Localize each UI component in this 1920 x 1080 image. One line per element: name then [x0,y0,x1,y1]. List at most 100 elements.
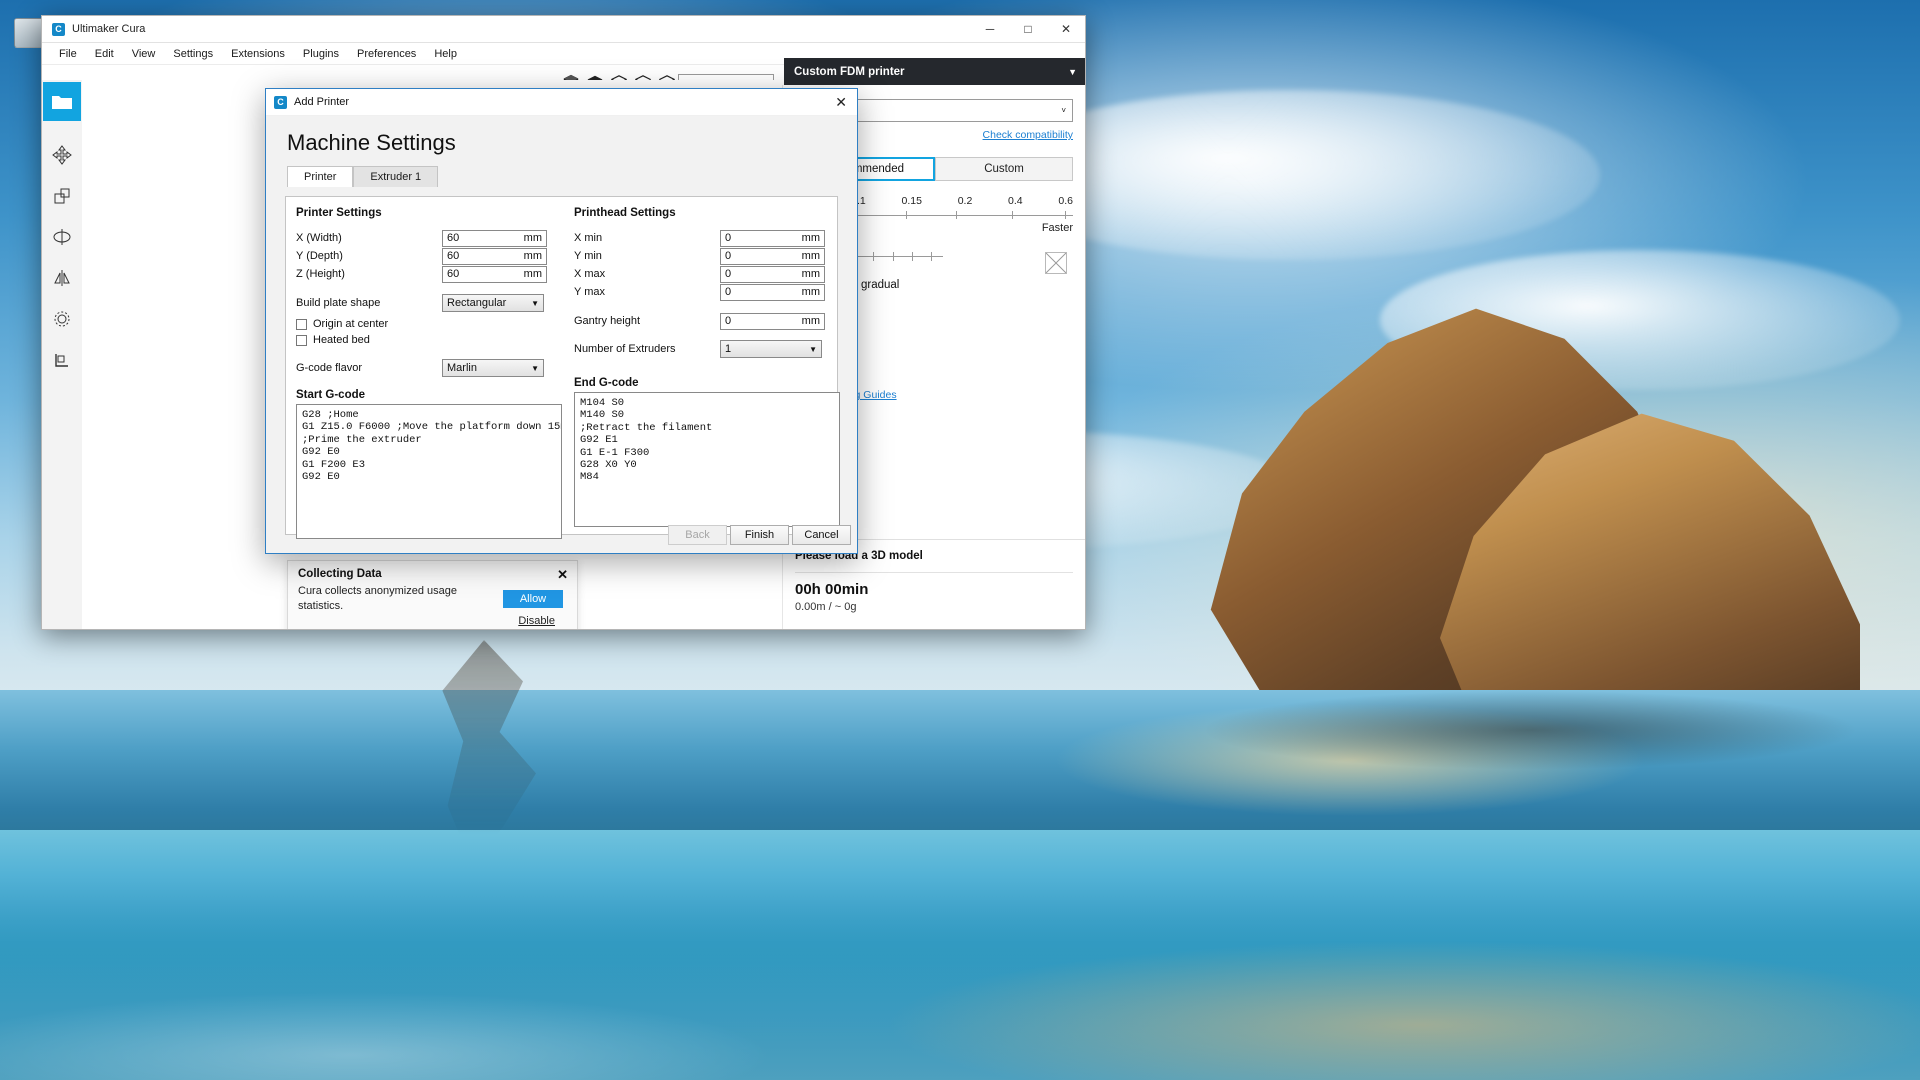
open-file-button[interactable] [43,82,81,121]
field-value: 60 [447,250,460,262]
minimize-button[interactable]: ─ [971,16,1009,43]
maximize-button[interactable]: □ [1009,16,1047,43]
rotate-icon [53,228,71,245]
toast-title: Collecting Data [298,568,382,580]
menu-plugins[interactable]: Plugins [294,46,348,62]
start-gcode-label: Start G-code [296,389,366,401]
end-gcode-textarea[interactable]: M104 S0 M140 S0 ;Retract the filament G9… [574,392,840,527]
tab-printer[interactable]: Printer [287,166,354,187]
scale-tool-button[interactable] [43,176,81,215]
per-model-settings-button[interactable] [43,299,81,338]
field-unit: mm [801,268,820,280]
field-label: Build plate shape [296,297,381,309]
disable-link[interactable]: Disable [518,615,555,627]
gantry-height-input[interactable]: 0 mm [720,312,825,330]
field-label: Y (Depth) [296,250,343,262]
printer-settings-column: Printer Settings X (Width) 60 mm Y (Dept… [296,207,564,539]
menu-view[interactable]: View [123,46,165,62]
left-toolbar [42,80,82,629]
x-min-input[interactable]: 0 mm [720,229,825,247]
y-depth-input[interactable]: 60 mm [442,247,547,265]
add-printer-dialog: C Add Printer ✕ Machine Settings Printer… [265,88,858,554]
field-label: G-code flavor [296,362,363,374]
field-value: 0 [725,315,732,327]
y-min-input[interactable]: 0 mm [720,247,825,265]
field-label: Number of Extruders [574,343,676,355]
field-label: Z (Height) [296,268,345,280]
mode-custom-button[interactable]: Custom [935,157,1073,181]
field-x-min: X min 0 mm [574,229,842,247]
field-label: Y min [574,250,602,262]
menu-file[interactable]: File [50,46,86,62]
dialog-footer: Back Finish Cancel [266,517,857,553]
dialog-heading: Machine Settings [266,116,857,166]
cura-logo-icon: C [274,95,287,109]
origin-at-center-label: Origin at center [313,318,389,330]
close-button[interactable]: ✕ [1047,16,1085,43]
move-tool-button[interactable] [43,135,81,174]
chevron-down-icon: ˅ [1061,106,1066,115]
window-controls: ─ □ ✕ [971,16,1085,43]
dialog-tabs: Printer Extruder 1 [266,166,857,187]
infill-pattern-icon [1045,252,1067,274]
support-blocker-button[interactable] [43,340,81,379]
field-label: X (Width) [296,232,342,244]
select-value: Marlin [447,362,477,374]
gcode-flavor-select[interactable]: Marlin ▼ [442,359,544,377]
menu-help[interactable]: Help [425,46,466,62]
dialog-close-button[interactable]: ✕ [835,94,847,111]
toast-close-icon[interactable]: ✕ [557,567,568,583]
y-max-input[interactable]: 0 mm [720,283,825,301]
move-icon [52,144,72,165]
layer-tick-3: 0.2 [957,195,973,207]
back-button[interactable]: Back [668,525,727,545]
finish-button[interactable]: Finish [730,525,789,545]
scale-icon [54,188,70,203]
heated-bed-label: Heated bed [313,334,370,346]
printhead-settings-column: Printhead Settings X min 0 mm Y min 0 mm… [574,207,842,527]
printer-selector-bar[interactable]: Custom FDM printer ▼ [784,58,1085,85]
number-of-extruders-select[interactable]: 1 ▼ [720,340,822,358]
folder-icon [52,95,72,109]
field-label: Gantry height [574,315,641,327]
z-height-input[interactable]: 60 mm [442,265,547,283]
cancel-button[interactable]: Cancel [792,525,851,545]
slider-right-label: Faster [1041,222,1073,234]
field-unit: mm [801,232,820,244]
x-max-input[interactable]: 0 mm [720,265,825,283]
field-z-height: Z (Height) 60 mm [296,265,564,283]
mirror-tool-button[interactable] [43,258,81,297]
field-value: 0 [725,250,732,262]
wallpaper-cliff-shadow [1200,690,1860,770]
dialog-body: Printer Settings X (Width) 60 mm Y (Dept… [285,196,840,539]
field-gantry-height: Gantry height 0 mm [574,312,842,330]
menu-settings[interactable]: Settings [164,46,222,62]
field-y-depth: Y (Depth) 60 mm [296,247,564,265]
printer-settings-title: Printer Settings [296,207,382,219]
field-unit: mm [801,286,820,298]
dialog-window-title: Add Printer [294,96,350,108]
field-gcode-flavor: G-code flavor Marlin ▼ [296,359,564,377]
chevron-down-icon: ▼ [531,298,539,308]
material-estimate: 0.00m / ~ 0g [795,601,857,613]
printer-name: Custom FDM printer [794,65,905,78]
allow-button[interactable]: Allow [503,590,563,608]
menu-preferences[interactable]: Preferences [348,46,425,62]
origin-at-center-row: Origin at center [296,316,564,332]
printhead-settings-title: Printhead Settings [574,207,676,219]
layer-tick-4: 0.4 [1008,195,1023,207]
chevron-down-icon: ▼ [531,363,539,373]
field-unit: mm [523,268,542,280]
x-width-input[interactable]: 60 mm [442,229,547,247]
chevron-down-icon: ▼ [1068,66,1077,77]
menu-edit[interactable]: Edit [86,46,123,62]
window-titlebar: C Ultimaker Cura ─ □ ✕ [42,16,1085,43]
rotate-tool-button[interactable] [43,217,81,256]
build-plate-shape-select[interactable]: Rectangular ▼ [442,294,544,312]
menu-extensions[interactable]: Extensions [222,46,294,62]
tab-extruder-1[interactable]: Extruder 1 [353,166,439,187]
chevron-down-icon: ▼ [809,344,817,354]
select-value: Rectangular [447,297,507,309]
origin-at-center-checkbox[interactable] [296,318,307,330]
heated-bed-checkbox[interactable] [296,334,307,346]
